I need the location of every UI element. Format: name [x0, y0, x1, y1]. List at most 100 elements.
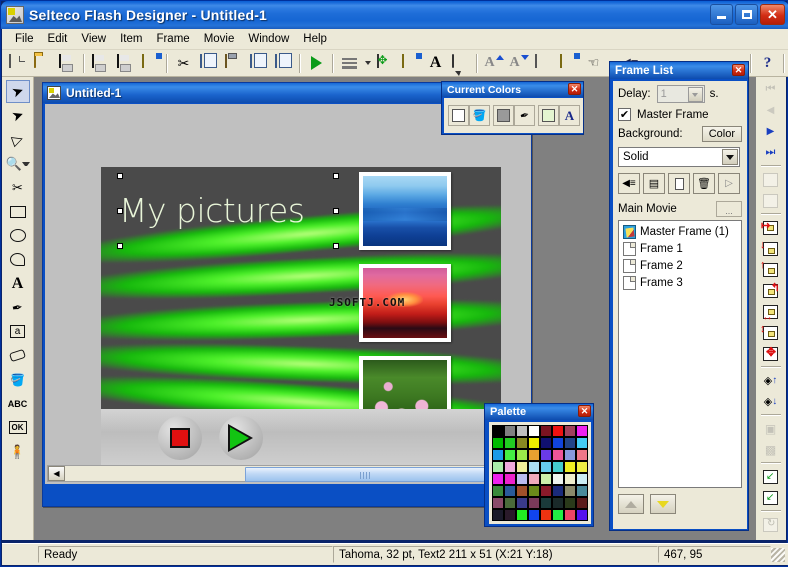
select-tool[interactable]: ➤ [5, 80, 30, 103]
pen-icon[interactable]: ✒ [514, 105, 535, 126]
minimize-button[interactable] [710, 4, 733, 25]
font-increase-icon[interactable]: A [482, 52, 505, 74]
center-both-icon[interactable]: ✥ [759, 343, 783, 364]
line-color-swatch[interactable] [493, 105, 514, 126]
ok-button-tool[interactable]: OK [6, 416, 30, 439]
freeform-tool[interactable] [6, 248, 30, 271]
palette-color-cell[interactable] [564, 473, 576, 485]
align-icon[interactable] [338, 52, 361, 74]
palette-color-cell[interactable] [528, 473, 540, 485]
palette-color-cell[interactable] [552, 425, 564, 437]
list-item[interactable]: Frame 3 [621, 274, 739, 291]
menu-edit[interactable]: Edit [41, 30, 75, 48]
palette-color-cell[interactable] [540, 449, 552, 461]
selection-handle[interactable] [333, 243, 339, 249]
delay-input[interactable]: 1 [656, 85, 705, 103]
palette-color-cell[interactable] [504, 509, 516, 521]
fill-type-select[interactable]: Solid [618, 147, 740, 167]
selection-handle[interactable] [333, 173, 339, 179]
next-frame-icon[interactable]: ▶ [759, 121, 783, 142]
paste-icon[interactable] [222, 52, 245, 74]
align-left-icon[interactable]: ↦ [759, 217, 783, 238]
eraser-tool[interactable] [6, 344, 30, 367]
browse-button[interactable]: ... [716, 201, 742, 217]
align-right-icon[interactable]: ↰ [759, 280, 783, 301]
new-icon[interactable] [6, 52, 29, 74]
palette-color-cell[interactable] [492, 461, 504, 473]
balloon-icon[interactable] [449, 52, 472, 74]
abc-tool[interactable]: ABC [6, 392, 30, 415]
scrollbar-thumb[interactable] [245, 467, 485, 482]
palette-color-cell[interactable] [564, 509, 576, 521]
palette-color-cell[interactable] [516, 509, 528, 521]
palette-color-cell[interactable] [576, 461, 588, 473]
palette-color-cell[interactable] [492, 509, 504, 521]
palette-color-cell[interactable] [516, 425, 528, 437]
palette-color-cell[interactable] [564, 425, 576, 437]
close-icon[interactable]: ✕ [578, 405, 591, 417]
texture-icon[interactable] [557, 52, 580, 74]
transform-icon[interactable] [374, 52, 397, 74]
palette-color-cell[interactable] [528, 461, 540, 473]
delete-frame-button[interactable]: 🗑 [693, 173, 715, 194]
character-tool[interactable]: 🧍 [6, 440, 30, 463]
palette-color-cell[interactable] [528, 485, 540, 497]
zoom-tool[interactable]: 🔍 [6, 152, 30, 175]
paint-bucket-tool[interactable]: 🪣 [6, 368, 30, 391]
palette-color-cell[interactable] [564, 497, 576, 509]
palette-color-cell[interactable] [492, 497, 504, 509]
copy-to-frame-icon[interactable] [759, 169, 783, 190]
export-icon[interactable] [114, 52, 137, 74]
hand-icon[interactable]: ☜ [582, 52, 605, 74]
palette-color-cell[interactable] [528, 425, 540, 437]
center-vertical-icon[interactable]: ↕ [759, 322, 783, 343]
palette-color-cell[interactable] [576, 497, 588, 509]
send-backward-icon[interactable]: ◈ ↓ [759, 391, 783, 412]
text-icon[interactable]: A [424, 52, 447, 74]
help-icon[interactable]: ? [756, 52, 779, 74]
palette-color-cell[interactable] [540, 437, 552, 449]
open-icon[interactable] [31, 52, 54, 74]
play-button[interactable] [219, 416, 263, 460]
group-icon[interactable]: ▣ [759, 418, 783, 439]
canvas-artboard[interactable]: My pictures JSOFTJ.COM [101, 167, 501, 467]
palette-color-cell[interactable] [540, 461, 552, 473]
palette-color-cell[interactable] [492, 437, 504, 449]
palette-color-cell[interactable] [492, 473, 504, 485]
palette-color-cell[interactable] [540, 497, 552, 509]
node-edit-tool[interactable]: ▷ [6, 128, 30, 151]
selection-handle[interactable] [333, 208, 339, 214]
background-color-button[interactable]: Color [701, 126, 742, 142]
menu-item[interactable]: Item [113, 30, 149, 48]
list-item[interactable]: Frame 1 [621, 240, 739, 257]
palette-color-cell[interactable] [576, 425, 588, 437]
master-frame-checkbox[interactable]: ✔ [618, 108, 631, 121]
palette-color-cell[interactable] [504, 497, 516, 509]
palette-color-cell[interactable] [492, 449, 504, 461]
menu-frame[interactable]: Frame [149, 30, 196, 48]
resize-grip[interactable] [771, 547, 785, 562]
align-bottom-icon[interactable]: ↓ [759, 238, 783, 259]
bring-forward-icon[interactable]: ◈ ↑ [759, 370, 783, 391]
maximize-button[interactable] [735, 4, 758, 25]
rotate-icon[interactable]: ↻ [759, 514, 783, 535]
frame-list-items[interactable]: Master Frame (1) Frame 1 Frame 2 Frame 3 [618, 220, 742, 488]
gradient-icon[interactable] [532, 52, 555, 74]
palette-color-cell[interactable] [540, 509, 552, 521]
delay-dropdown-icon[interactable] [687, 87, 703, 102]
copy-icon[interactable] [197, 52, 220, 74]
edit-field-tool[interactable]: a [6, 320, 30, 343]
palette-color-cell[interactable] [504, 437, 516, 449]
center-horizontal-icon[interactable]: ↔ [759, 301, 783, 323]
palette-color-cell[interactable] [552, 437, 564, 449]
palette-color-cell[interactable] [504, 425, 516, 437]
palette-color-cell[interactable] [540, 473, 552, 485]
subselect-tool[interactable]: ➤ [6, 104, 30, 127]
palette-color-cell[interactable] [564, 461, 576, 473]
move-to-frame-icon[interactable] [759, 190, 783, 211]
import-image-icon[interactable] [139, 52, 162, 74]
scroll-left-button[interactable]: ◀ [48, 466, 65, 481]
preview-frame-button[interactable]: ▷ [718, 173, 740, 194]
font-decrease-icon[interactable]: A [507, 52, 530, 74]
palette-color-cell[interactable] [552, 461, 564, 473]
